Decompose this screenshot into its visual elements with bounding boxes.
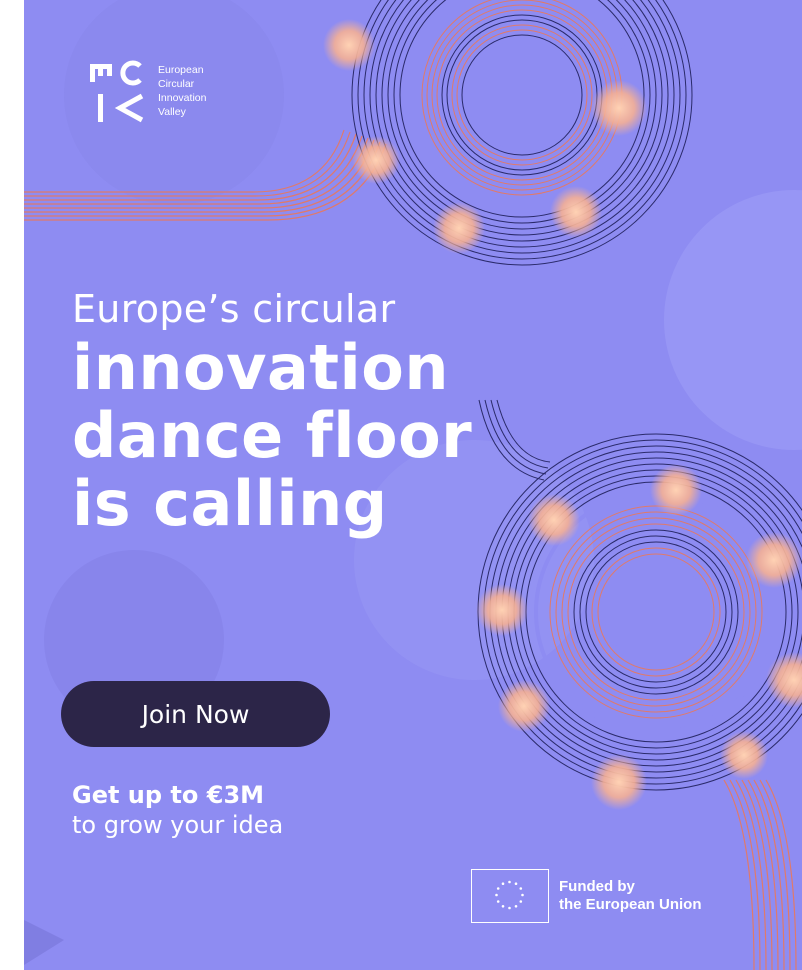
offer-amount: Get up to €3M	[72, 781, 265, 809]
logo-line: Valley	[158, 106, 186, 118]
headline: Europe’s circular innovation dance floor…	[72, 284, 472, 538]
headline-line-3: is calling	[72, 467, 388, 540]
bg-blob	[664, 190, 802, 450]
eu-line-1: Funded by	[559, 878, 635, 895]
headline-line-2: dance floor	[72, 399, 473, 472]
ring-top-hole	[467, 40, 577, 150]
offer-description: to grow your idea	[72, 811, 284, 839]
ring-bottom-hole	[604, 560, 708, 664]
eu-stars-icon	[495, 880, 524, 910]
eu-funding-badge: Funded by the European Union	[471, 869, 702, 923]
ecive-logo[interactable]: European Circular Innovation Valley	[88, 56, 206, 126]
bulbs-top	[323, 19, 647, 254]
ecive-logo-mark	[90, 60, 144, 123]
striped-band-bottom	[723, 779, 797, 970]
logo-line: Circular	[158, 78, 195, 90]
join-now-button[interactable]: Join Now	[61, 681, 330, 747]
offer-text: Get up to €3M to grow your idea	[72, 780, 283, 840]
ad-banner[interactable]: European Circular Innovation Valley Euro…	[24, 0, 802, 970]
logo-line: Innovation	[158, 92, 207, 104]
eu-funding-text: Funded by the European Union	[559, 878, 702, 914]
eu-line-2: the European Union	[559, 896, 702, 913]
headline-line-1: innovation	[72, 331, 449, 404]
eu-flag-icon	[471, 869, 549, 923]
logo-line: European	[158, 64, 204, 76]
logo-wordmark: European Circular Innovation Valley	[158, 63, 206, 119]
headline-intro: Europe’s circular	[72, 287, 396, 331]
bg-blob	[24, 920, 64, 965]
